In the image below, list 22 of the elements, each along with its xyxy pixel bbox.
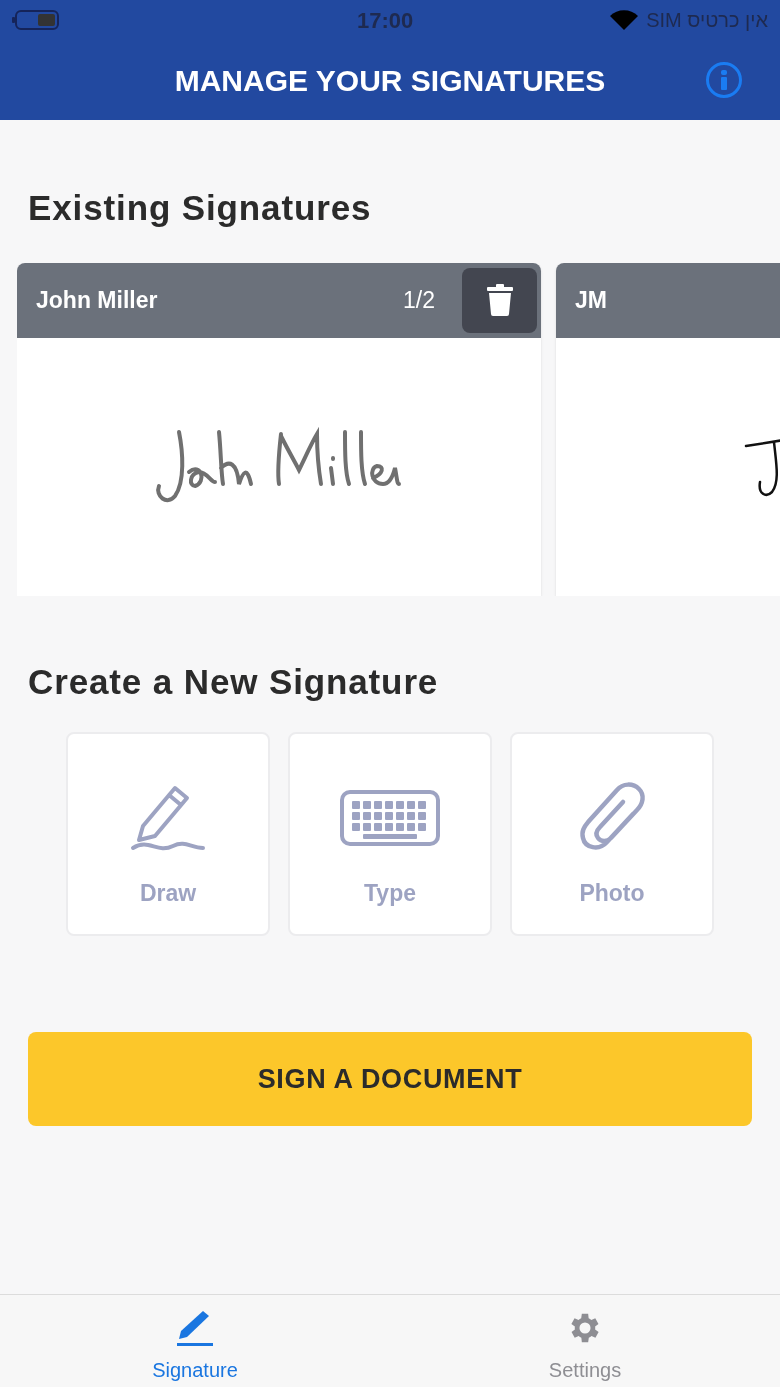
page-title: MANAGE YOUR SIGNATURES <box>174 62 606 99</box>
sign-document-button[interactable]: SIGN A DOCUMENT <box>28 1032 752 1126</box>
delete-button[interactable] <box>462 267 537 333</box>
carrier-text: אין כרטיס SIM <box>646 8 768 33</box>
create-option[interactable]: Draw <box>66 732 270 936</box>
battery-icon <box>12 9 60 31</box>
signature-name: John Miller <box>36 285 159 315</box>
section-heading: Create a New Signature <box>28 660 440 703</box>
create-option[interactable]: Type <box>288 732 492 936</box>
section-heading: Existing Signatures <box>28 187 373 229</box>
signature-name: JM <box>575 285 608 315</box>
signature-card[interactable]: John Miller 1/2 <box>17 262 541 596</box>
trash-icon <box>486 284 513 316</box>
wifi-icon <box>610 10 639 30</box>
create-option[interactable]: Photo <box>510 732 714 936</box>
signature-card[interactable]: JM <box>556 262 780 596</box>
tab-bar-item[interactable]: Signature <box>0 1295 390 1387</box>
status-time: 17:00 <box>356 6 414 35</box>
keyboard-icon <box>340 789 440 846</box>
tab-bar-item[interactable]: Settings <box>390 1295 780 1387</box>
signature-counter: 1/2 <box>403 285 435 315</box>
pen-icon <box>175 1309 215 1347</box>
